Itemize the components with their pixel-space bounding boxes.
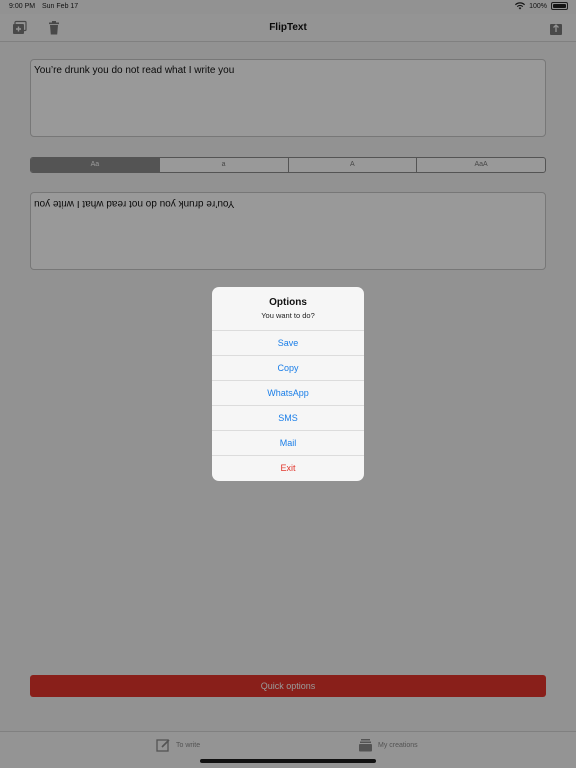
exit-button[interactable]: Exit — [212, 456, 364, 481]
whatsapp-button[interactable]: WhatsApp — [212, 381, 364, 406]
mail-button[interactable]: Mail — [212, 431, 364, 456]
dialog-title: Options — [269, 297, 307, 308]
sms-button[interactable]: SMS — [212, 406, 364, 431]
dialog-header: Options You want to do? — [212, 287, 364, 331]
save-button[interactable]: Save — [212, 331, 364, 356]
options-dialog: Options You want to do? Save Copy WhatsA… — [212, 287, 364, 481]
copy-button[interactable]: Copy — [212, 356, 364, 381]
home-indicator — [200, 759, 376, 763]
dialog-message: You want to do? — [261, 311, 315, 320]
